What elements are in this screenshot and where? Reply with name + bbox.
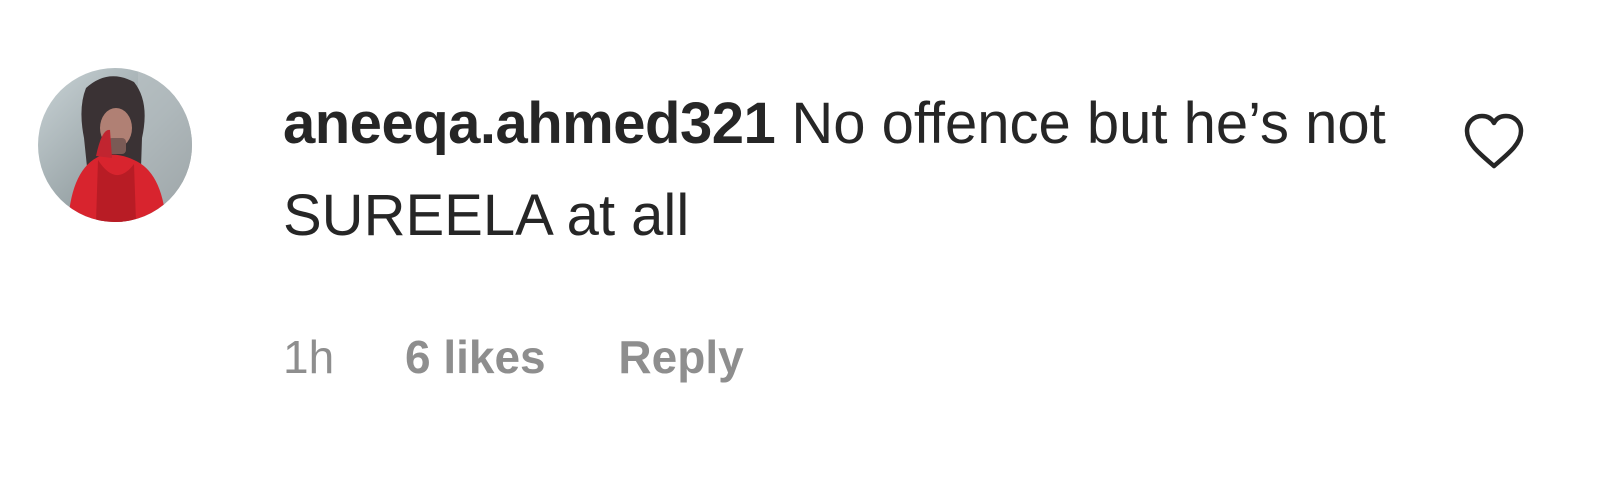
like-button[interactable] <box>1462 112 1526 172</box>
comment-time[interactable]: 1h <box>283 326 334 388</box>
comment-likes-count[interactable]: 6 likes <box>405 326 546 388</box>
avatar[interactable] <box>38 68 192 222</box>
comment-username[interactable]: aneeqa.ahmed321 <box>283 91 776 156</box>
comment-meta: 1h 6 likes Reply <box>283 326 744 388</box>
avatar-photo <box>38 68 192 222</box>
reply-button[interactable]: Reply <box>618 326 743 388</box>
heart-outline-icon <box>1464 113 1524 169</box>
comment-body: aneeqa.ahmed321 No offence but he’s not … <box>283 78 1403 262</box>
comment: aneeqa.ahmed321 No offence but he’s not … <box>0 0 1612 500</box>
